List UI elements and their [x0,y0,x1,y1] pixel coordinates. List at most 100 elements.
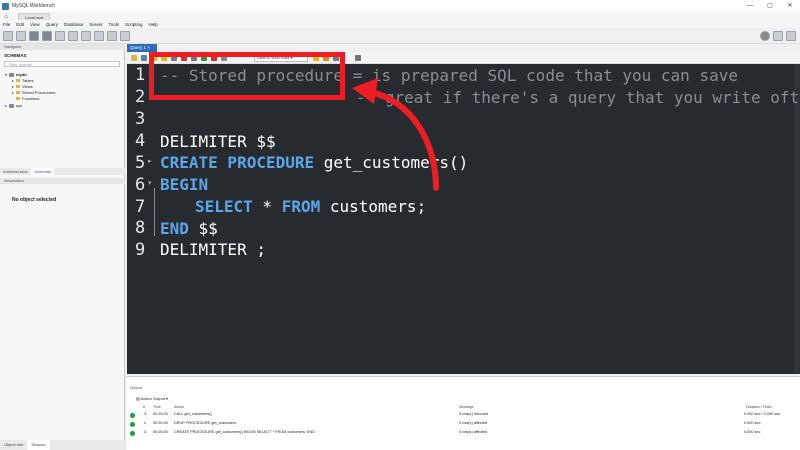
col-header-num: # [143,405,145,409]
new-sql-tab-icon[interactable] [3,31,13,41]
success-icon [130,422,135,427]
connection-tabstrip: ⌂ Local host [0,12,800,20]
output-title: Output [130,385,143,390]
code-line-4: DELIMITER $$ [160,132,276,151]
toggle-sidebar-icon[interactable] [773,31,783,41]
database-icon [9,103,14,108]
code-line-7: SELECT * FROM customers; [195,197,426,216]
maximize-button[interactable]: ▢ [760,0,780,12]
row-time: 00:25:45 [153,421,168,425]
save-icon[interactable] [141,55,147,61]
tree-functions[interactable]: Functions [12,96,39,101]
output-row[interactable]: 4 00:25:45 CREATE PROCEDURE get_customer… [127,429,800,437]
row-duration: 0.000 sec [744,421,761,425]
folder-icon [16,97,20,100]
database-icon [9,72,14,77]
code-text: $$ [188,219,218,238]
tab-query-1[interactable]: Query 1 × [127,44,157,52]
menu-tools[interactable]: Tools [106,22,123,27]
row-num: 4 [144,430,147,434]
keyword: FROM [281,197,321,216]
window-title: MySQL Workbench [12,3,56,9]
line-number: 8 [135,218,146,238]
gear-icon[interactable] [760,31,770,41]
open-file-icon[interactable] [131,55,137,61]
create-table-icon[interactable] [55,31,65,41]
tab-administration[interactable]: Administration [0,168,31,175]
menu-server[interactable]: Server [86,22,105,27]
connection-tab[interactable]: Local host [18,13,51,20]
menu-database[interactable]: Database [61,22,86,27]
code-line-8: END $$ [160,219,218,238]
editor-scrollbar[interactable] [794,64,800,374]
code-line-9: DELIMITER ; [160,240,266,259]
col-header-duration: Duration / Fetch [746,405,772,409]
create-function-icon[interactable] [94,31,104,41]
tree-tables[interactable]: ▸ Tables [12,78,34,83]
row-action: CALL get_customers() [174,412,212,416]
mysql-workbench-icon [2,2,9,10]
menu-file[interactable]: File [0,22,13,27]
main-toolbar [0,28,800,44]
row-action: CREATE PROCEDURE get_customers() BEGIN S… [174,430,316,434]
create-schema-icon[interactable] [42,31,52,41]
wrap-icon[interactable] [355,55,361,61]
fold-marker-icon[interactable]: ▸ [148,157,152,165]
toggle-output-icon[interactable] [786,31,796,41]
info-bottom-tabs: Object Info Session [0,440,125,450]
action-output-select[interactable]: ▤ Action Output ▾ [136,395,198,402]
tree-label: Views [22,84,33,89]
query-tab-label: Query 1 [130,45,147,50]
close-tab-icon[interactable]: × [147,45,150,50]
keyword: CREATE PROCEDURE [160,153,315,172]
title-bar: MySQL Workbench — ▢ ✕ [0,0,800,12]
keyword: BEGIN [160,175,209,194]
code-line-6: BEGIN [160,175,208,194]
code-text: * [252,197,282,216]
tab-session[interactable]: Session [27,440,50,450]
tab-object-info[interactable]: Object Info [0,440,27,450]
minimize-button[interactable]: — [740,0,760,12]
row-time: 00:25:45 [153,430,168,434]
folder-icon [16,79,20,82]
schema-label: sys [16,103,22,108]
row-message: 0 row(s) affected [459,421,488,425]
output-row[interactable]: 2 00:25:45 DROP PROCEDURE get_customers … [127,420,800,428]
create-view-icon[interactable] [68,31,78,41]
filter-objects-input[interactable]: Filter objects [4,61,120,67]
menu-scripting[interactable]: Scripting [122,22,146,27]
line-number: 2 [135,87,146,107]
menu-view[interactable]: View [27,22,43,27]
db-info-icon[interactable] [29,31,39,41]
close-button[interactable]: ✕ [780,0,800,12]
fold-marker-icon[interactable]: ▾ [148,179,152,187]
folder-icon [16,91,20,94]
menu-query[interactable]: Query [43,22,61,27]
menu-edit[interactable]: Edit [13,22,27,27]
schema-sys[interactable]: ▸ sys [5,103,22,108]
schema-mydb[interactable]: ▾ mydb [5,72,27,77]
search-table-data-icon[interactable] [107,31,117,41]
navigator-tabs: Administration Schemas [0,168,125,175]
output-row[interactable]: 3 00:25:25 CALL get_customers() 3 row(s)… [127,411,800,419]
query-tabstrip: Query 1 × [127,44,800,52]
keyword: END [160,219,189,238]
line-number: 3 [135,109,146,129]
line-number: 1 [135,65,146,85]
tree-label: Functions [22,96,40,101]
row-message: 3 row(s) returned [459,412,488,416]
sql-editor[interactable] [127,64,800,374]
code-line-2: -- great if there's a query that you wri… [356,88,800,107]
highlight-box [149,52,345,100]
tree-stored-procedures[interactable]: ▸ Stored Procedures [12,90,55,95]
tree-views[interactable]: ▸ Views [12,84,33,89]
code-text: get_customers() [314,153,469,172]
row-num: 2 [144,421,147,425]
open-sql-script-icon[interactable] [16,31,26,41]
menu-help[interactable]: Help [146,22,161,27]
reconnect-icon[interactable] [120,31,130,41]
tab-schemas[interactable]: Schemas [31,168,55,175]
create-procedure-icon[interactable] [81,31,91,41]
line-number: 9 [135,240,146,260]
success-icon [130,431,135,436]
